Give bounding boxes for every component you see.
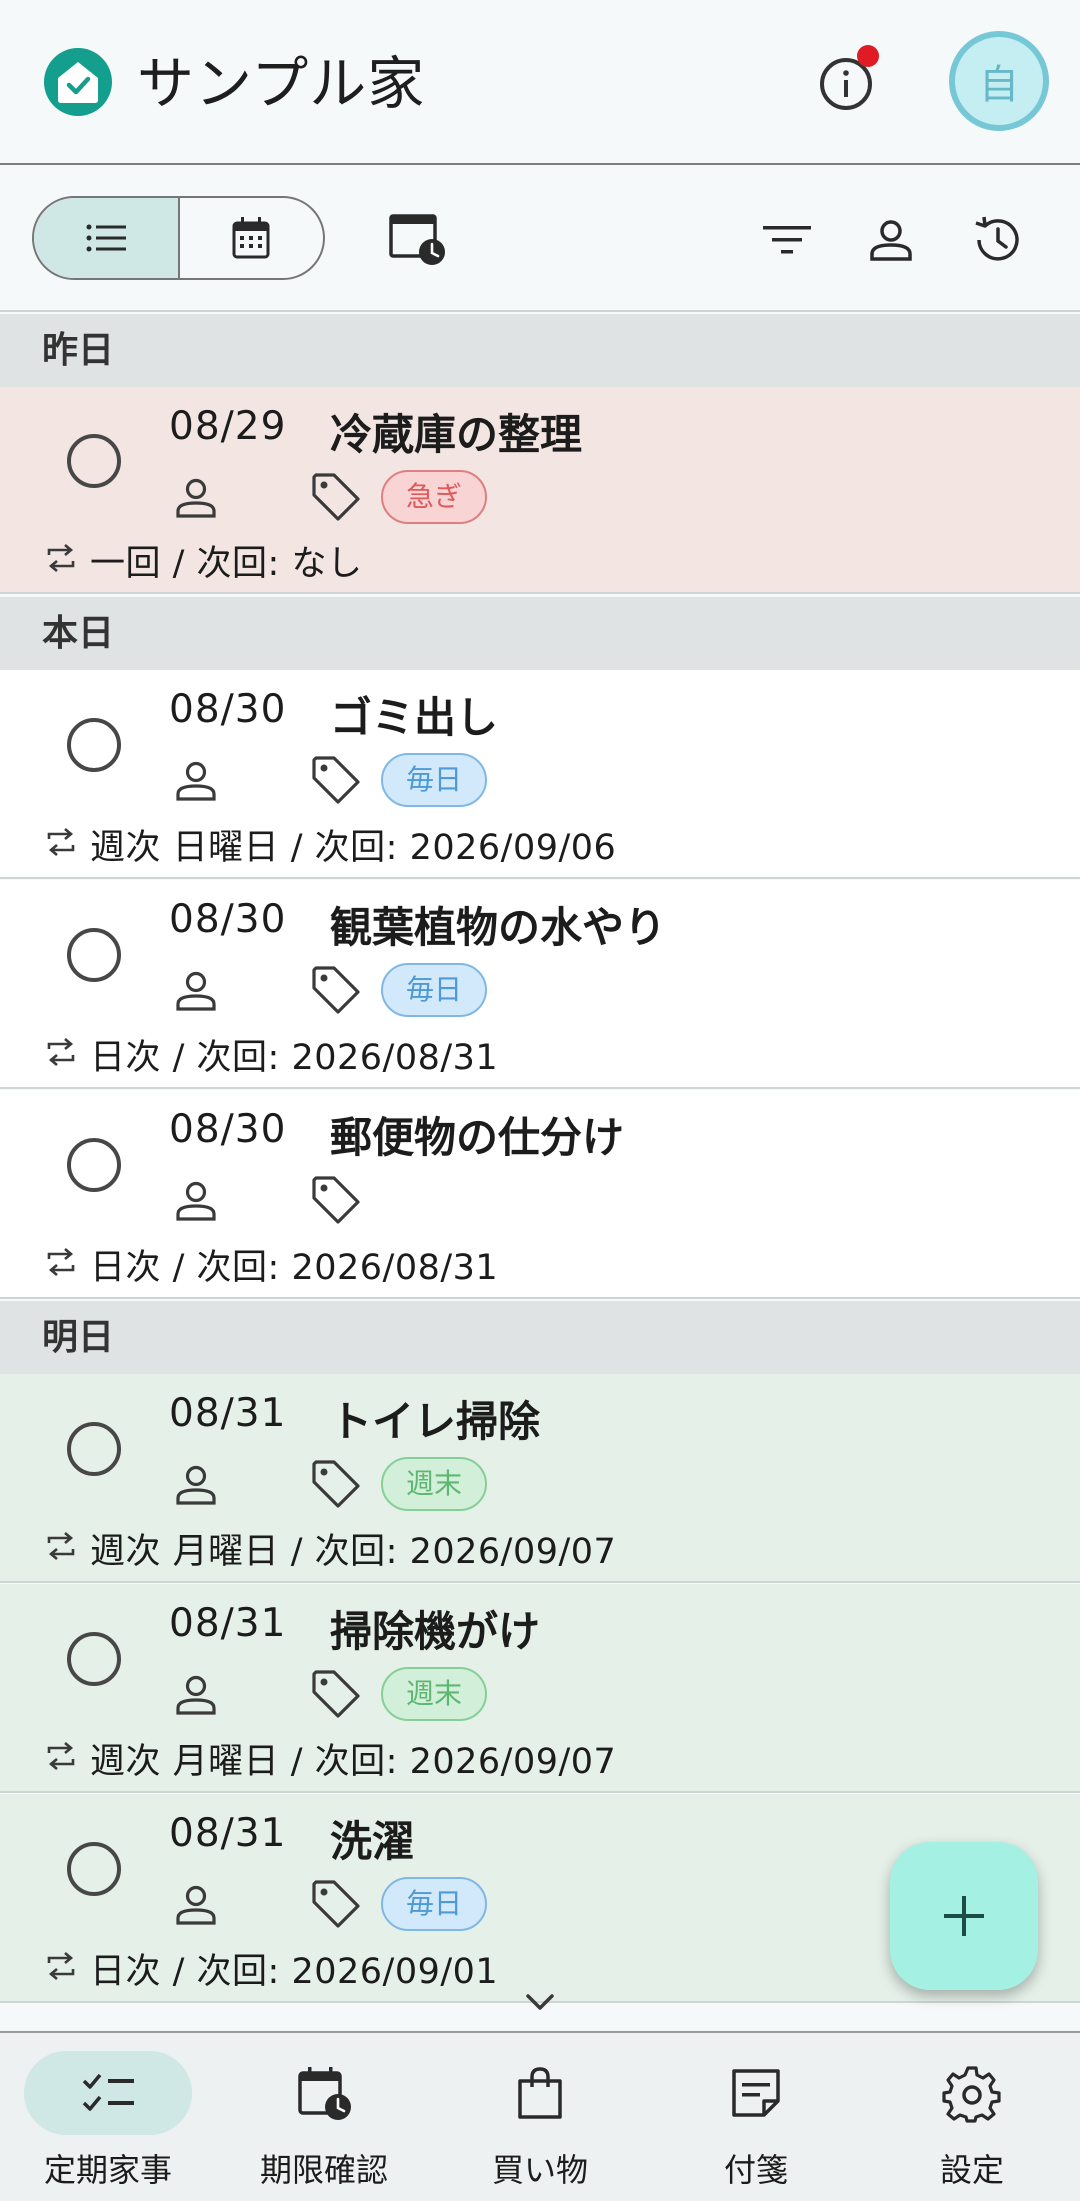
person-icon[interactable]: [173, 968, 219, 1014]
task-date: 08/30: [169, 1107, 287, 1152]
repeat-text: 日次 / 次回: 2026/09/01: [90, 1952, 499, 1992]
task-row[interactable]: 08/30 観葉植物の水やり 毎日 日次 / 次回: 2026/08/31: [0, 880, 1080, 1089]
filter-icon[interactable]: [757, 210, 817, 270]
household-title: サンプル家: [137, 51, 426, 117]
chevron-down-icon[interactable]: [520, 1988, 560, 2018]
repeat-text: 週次 月曜日 / 次回: 2026/09/07: [90, 1742, 617, 1782]
tag-chip-weekend: 週末: [381, 1457, 487, 1511]
avatar[interactable]: 自: [949, 31, 1049, 131]
repeat-text: 週次 月曜日 / 次回: 2026/09/07: [90, 1532, 617, 1572]
task-title: 冷蔵庫の整理: [330, 410, 583, 459]
task-title: 洗濯: [330, 1817, 415, 1866]
task-row[interactable]: 08/29 冷蔵庫の整理 急ぎ 一回 / 次回: なし: [0, 387, 1080, 594]
task-checkbox[interactable]: [67, 1632, 121, 1686]
repeat-text: 一回 / 次回: なし: [90, 544, 363, 584]
group-header-tomorrow: 明日: [0, 1301, 1080, 1374]
checklist-icon: [82, 2073, 134, 2111]
view-toggle: [32, 196, 325, 280]
person-icon[interactable]: [173, 1882, 219, 1928]
task-title: ゴミ出し: [330, 693, 499, 742]
repeat-icon: [47, 1532, 75, 1560]
person-icon[interactable]: [173, 1178, 219, 1224]
task-title: トイレ掃除: [330, 1397, 541, 1446]
repeat-icon: [47, 1952, 75, 1980]
list-view-button[interactable]: [34, 198, 180, 278]
add-task-button[interactable]: [890, 1842, 1038, 1990]
gear-icon: [942, 2066, 1001, 2123]
task-date: 08/30: [169, 897, 287, 942]
repeat-icon: [47, 1248, 75, 1276]
task-date: 08/31: [169, 1601, 287, 1646]
nav-recurring-chores[interactable]: 定期家事: [0, 2033, 216, 2201]
nav-label: 定期家事: [43, 2151, 172, 2189]
tag-chip-urgent: 急ぎ: [381, 470, 487, 524]
repeat-icon: [47, 1742, 75, 1770]
plus-icon: [944, 1896, 984, 1936]
calendar-icon: [232, 217, 270, 259]
sticky-note-icon: [732, 2069, 780, 2117]
tag-chip-daily: 毎日: [381, 963, 487, 1017]
task-title: 観葉植物の水やり: [330, 903, 667, 952]
task-checkbox[interactable]: [67, 928, 121, 982]
group-header-yesterday: 昨日: [0, 314, 1080, 387]
person-icon[interactable]: [173, 1462, 219, 1508]
tag-chip-daily: 毎日: [381, 1877, 487, 1931]
person-filter-icon[interactable]: [861, 210, 921, 270]
tag-chip-weekend: 週末: [381, 1667, 487, 1721]
person-icon[interactable]: [173, 475, 219, 521]
task-row[interactable]: 08/30 郵便物の仕分け 日次 / 次回: 2026/08/31: [0, 1090, 1080, 1299]
tag-icon[interactable]: [310, 1878, 362, 1930]
nav-label: 買い物: [491, 2151, 588, 2189]
task-date: 08/31: [169, 1811, 287, 1856]
nav-shopping[interactable]: 買い物: [432, 2033, 648, 2201]
group-header-today: 本日: [0, 597, 1080, 670]
house-check-logo-icon: [44, 48, 112, 116]
repeat-icon: [47, 544, 75, 572]
task-checkbox[interactable]: [67, 434, 121, 488]
task-row[interactable]: 08/31 トイレ掃除 週末 週次 月曜日 / 次回: 2026/09/07: [0, 1374, 1080, 1583]
task-title: 郵便物の仕分け: [330, 1113, 625, 1162]
task-checkbox[interactable]: [67, 1842, 121, 1896]
notification-dot: [857, 45, 879, 67]
bottom-navigation: 定期家事 期限確認 買い物 付箋 設定: [0, 2031, 1080, 2201]
nav-label: 期限確認: [259, 2151, 388, 2189]
task-date: 08/31: [169, 1391, 287, 1436]
tag-icon[interactable]: [310, 964, 362, 1016]
task-checkbox[interactable]: [67, 1422, 121, 1476]
task-date: 08/29: [169, 404, 287, 449]
tag-icon[interactable]: [310, 754, 362, 806]
task-date: 08/30: [169, 687, 287, 732]
task-row[interactable]: 08/30 ゴミ出し 毎日 週次 日曜日 / 次回: 2026/09/06: [0, 670, 1080, 879]
nav-label: 設定: [939, 2151, 1004, 2189]
schedule-window-icon[interactable]: [388, 210, 448, 270]
person-icon[interactable]: [173, 1672, 219, 1718]
task-row[interactable]: 08/31 掃除機がけ 週末 週次 月曜日 / 次回: 2026/09/07: [0, 1584, 1080, 1793]
nav-label: 付箋: [723, 2151, 788, 2189]
tag-icon[interactable]: [310, 1174, 362, 1226]
tag-icon[interactable]: [310, 1668, 362, 1720]
task-checkbox[interactable]: [67, 718, 121, 772]
tag-icon[interactable]: [310, 1458, 362, 1510]
list-icon: [86, 224, 126, 252]
tag-chip-daily: 毎日: [381, 753, 487, 807]
task-title: 掃除機がけ: [330, 1607, 541, 1656]
toolbar: [0, 166, 1080, 312]
app-header: サンプル家 自: [0, 0, 1080, 165]
shopping-bag-icon: [518, 2067, 562, 2119]
repeat-text: 週次 日曜日 / 次回: 2026/09/06: [90, 828, 617, 868]
repeat-text: 日次 / 次回: 2026/08/31: [90, 1248, 499, 1288]
nav-settings[interactable]: 設定: [864, 2033, 1080, 2201]
repeat-icon: [47, 828, 75, 856]
repeat-text: 日次 / 次回: 2026/08/31: [90, 1038, 499, 1078]
calendar-view-button[interactable]: [180, 198, 324, 278]
nav-sticky-notes[interactable]: 付箋: [648, 2033, 864, 2201]
person-icon[interactable]: [173, 758, 219, 804]
task-checkbox[interactable]: [67, 1138, 121, 1192]
history-icon[interactable]: [966, 210, 1026, 270]
calendar-clock-icon: [298, 2067, 351, 2120]
repeat-icon: [47, 1038, 75, 1066]
nav-deadline-check[interactable]: 期限確認: [216, 2033, 432, 2201]
tag-icon[interactable]: [310, 471, 362, 523]
